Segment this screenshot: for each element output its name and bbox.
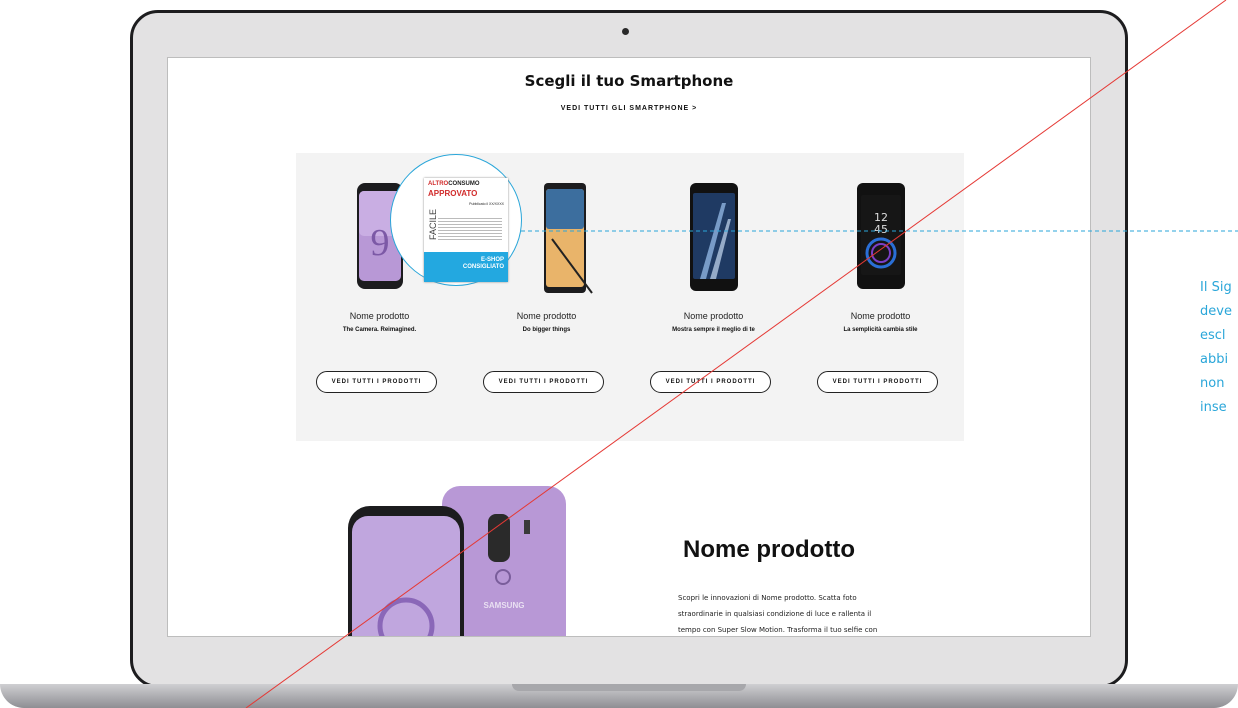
- badge-brand: ALTROCONSUMO: [428, 181, 480, 187]
- laptop-screen: Scegli il tuo Smartphone VEDI TUTTI GLI …: [167, 57, 1091, 637]
- product-image-phone-4[interactable]: 12 45: [856, 183, 905, 289]
- clock-minute: 45: [874, 223, 888, 236]
- product-card[interactable]: Nome prodotto Mostra sempre il meglio di…: [630, 153, 797, 441]
- product-tagline: Mostra sempre il meglio di te: [672, 327, 755, 333]
- badge-published: Pubblicato il XX/XXXX: [469, 202, 504, 206]
- side-note: Il Sig deve escl abbi non inse: [1200, 280, 1232, 415]
- hero-product-description: Scopri le innovazioni di Nome prodotto. …: [678, 594, 878, 634]
- badge-status: APPROVATO: [428, 189, 478, 198]
- see-all-products-button[interactable]: VEDI TUTTI I PRODOTTI: [316, 371, 437, 393]
- product-tagline: La semplicità cambia stile: [843, 327, 918, 333]
- hero-brand: SAMSUNG: [484, 601, 525, 610]
- see-all-products-button[interactable]: VEDI TUTTI I PRODOTTI: [650, 371, 771, 393]
- product-name: Nome prodotto: [683, 311, 744, 321]
- page-title: Scegli il tuo Smartphone: [524, 72, 734, 90]
- product-card[interactable]: 12 45 Nome prodotto La semplicità cambia…: [797, 153, 964, 441]
- phone-screen-number: 9: [370, 222, 389, 264]
- see-all-products-button[interactable]: VEDI TUTTI I PRODOTTI: [817, 371, 938, 393]
- webcam: [622, 28, 629, 35]
- badge-side-text: FACILE: [428, 208, 438, 240]
- product-name: Nome prodotto: [516, 311, 577, 321]
- product-image-phone-2[interactable]: [542, 183, 594, 295]
- product-image-phone-3[interactable]: [689, 183, 738, 291]
- product-tagline: The Camera. Reimagined.: [342, 327, 417, 333]
- altroconsumo-badge: ALTROCONSUMO APPROVATO Pubblicato il XX/…: [424, 178, 508, 282]
- product-name: Nome prodotto: [850, 311, 911, 321]
- product-name: Nome prodotto: [349, 311, 410, 321]
- badge-footer: E-SHOP CONSIGLIATO: [424, 252, 508, 282]
- hero-product-title: Nome prodotto: [683, 536, 855, 563]
- product-tagline: Do bigger things: [522, 327, 571, 333]
- see-all-smartphones-link[interactable]: VEDI TUTTI GLI SMARTPHONE >: [168, 105, 1090, 112]
- badge-fine-print: [438, 216, 502, 242]
- see-all-products-button[interactable]: VEDI TUTTI I PRODOTTI: [483, 371, 604, 393]
- hero-product-image: SAMSUNG: [348, 486, 566, 636]
- laptop-base-notch: [512, 684, 746, 691]
